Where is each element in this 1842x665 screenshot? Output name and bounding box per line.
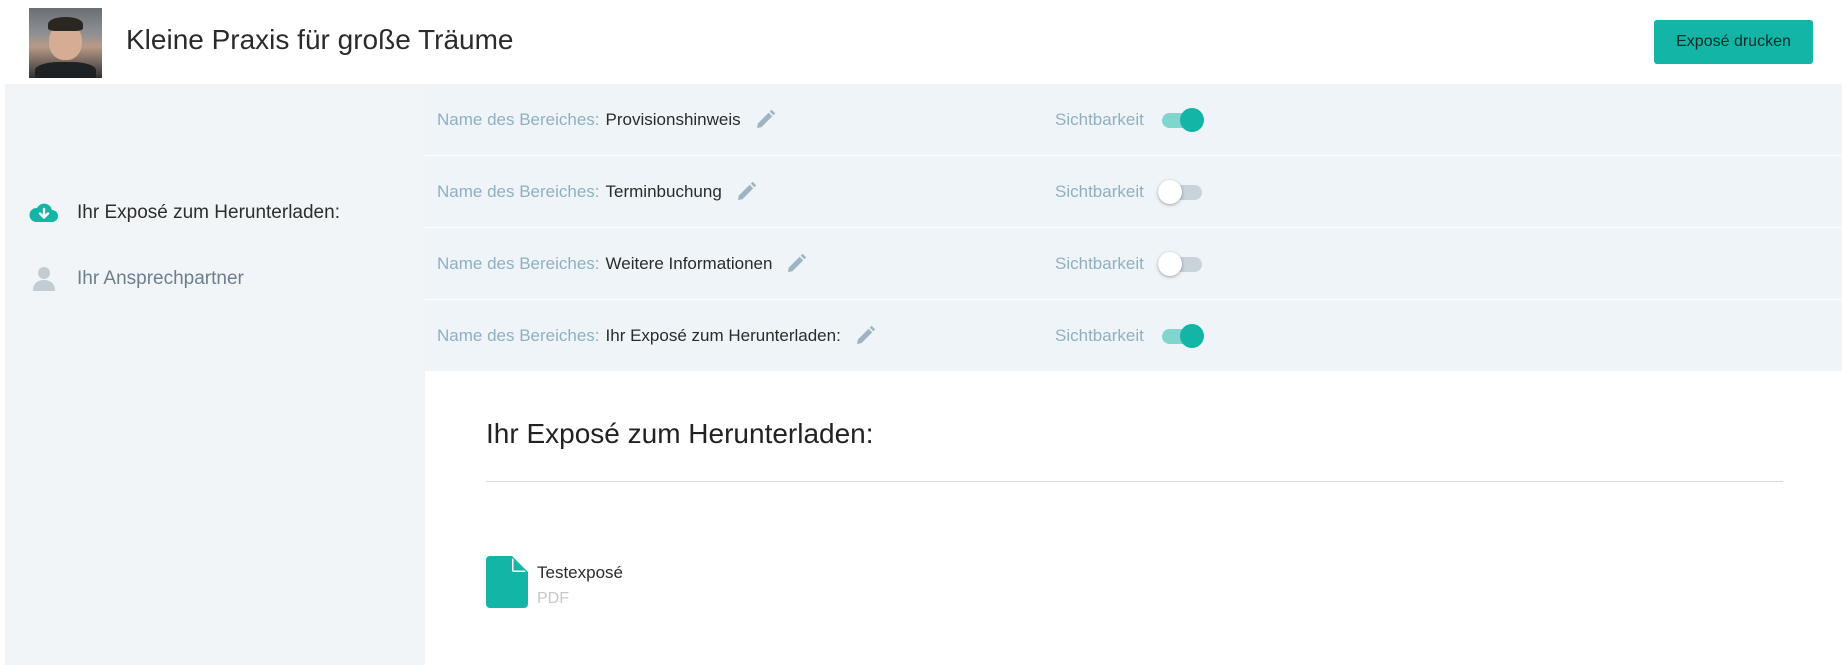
- section-row: Name des Bereiches: Provisionshinweis Si…: [425, 84, 1842, 156]
- sidebar-item-expose-download[interactable]: Ihr Exposé zum Herunterladen:: [29, 198, 340, 228]
- divider: [486, 481, 1783, 482]
- sidebar-item-contact[interactable]: Ihr Ansprechpartner: [29, 264, 244, 294]
- edit-pencil-icon[interactable]: [853, 324, 877, 348]
- section-row: Name des Bereiches: Weitere Informatione…: [425, 228, 1842, 300]
- page-title: Kleine Praxis für große Träume: [126, 24, 514, 55]
- document-icon: [486, 556, 528, 613]
- visibility-label: Sichtbarkeit: [1055, 325, 1144, 345]
- print-expose-button[interactable]: Exposé drucken: [1654, 20, 1813, 64]
- visibility-label: Sichtbarkeit: [1055, 253, 1144, 273]
- section-name-value: Provisionshinweis: [605, 109, 741, 129]
- visibility-label: Sichtbarkeit: [1055, 181, 1144, 201]
- header: Kleine Praxis für große Träume Exposé dr…: [0, 0, 1842, 84]
- visibility-toggle[interactable]: [1158, 323, 1204, 348]
- edit-pencil-icon[interactable]: [734, 180, 758, 204]
- section-name-label: Name des Bereiches:: [437, 325, 600, 345]
- visibility-label: Sichtbarkeit: [1055, 109, 1144, 129]
- section-name-label: Name des Bereiches:: [437, 109, 600, 129]
- sidebar: Ihr Exposé zum Herunterladen: Ihr Anspre…: [5, 84, 425, 665]
- section-settings: Name des Bereiches: Provisionshinweis Si…: [425, 84, 1842, 371]
- visibility-toggle[interactable]: [1158, 107, 1204, 132]
- visibility-toggle[interactable]: [1157, 179, 1204, 204]
- download-file-item[interactable]: Testexposé PDF: [486, 556, 623, 613]
- avatar: [29, 8, 102, 78]
- section-name-value: Weitere Informationen: [605, 253, 773, 273]
- content-heading: Ihr Exposé zum Herunterladen:: [486, 418, 874, 449]
- edit-pencil-icon[interactable]: [753, 108, 777, 132]
- section-name-value: Terminbuchung: [605, 181, 722, 201]
- section-row: Name des Bereiches: Ihr Exposé zum Herun…: [425, 300, 1842, 371]
- cloud-download-icon: [29, 198, 59, 228]
- section-name-label: Name des Bereiches:: [437, 181, 600, 201]
- sidebar-item-label: Ihr Exposé zum Herunterladen:: [77, 202, 340, 223]
- section-name-value: Ihr Exposé zum Herunterladen:: [605, 325, 841, 345]
- section-row: Name des Bereiches: Terminbuchung Sichtb…: [425, 156, 1842, 228]
- visibility-toggle[interactable]: [1157, 251, 1204, 276]
- edit-pencil-icon[interactable]: [784, 252, 808, 276]
- person-icon: [29, 264, 59, 294]
- section-name-label: Name des Bereiches:: [437, 253, 600, 273]
- file-name: Testexposé: [537, 563, 623, 582]
- sidebar-item-label: Ihr Ansprechpartner: [77, 268, 244, 289]
- file-type: PDF: [537, 590, 569, 607]
